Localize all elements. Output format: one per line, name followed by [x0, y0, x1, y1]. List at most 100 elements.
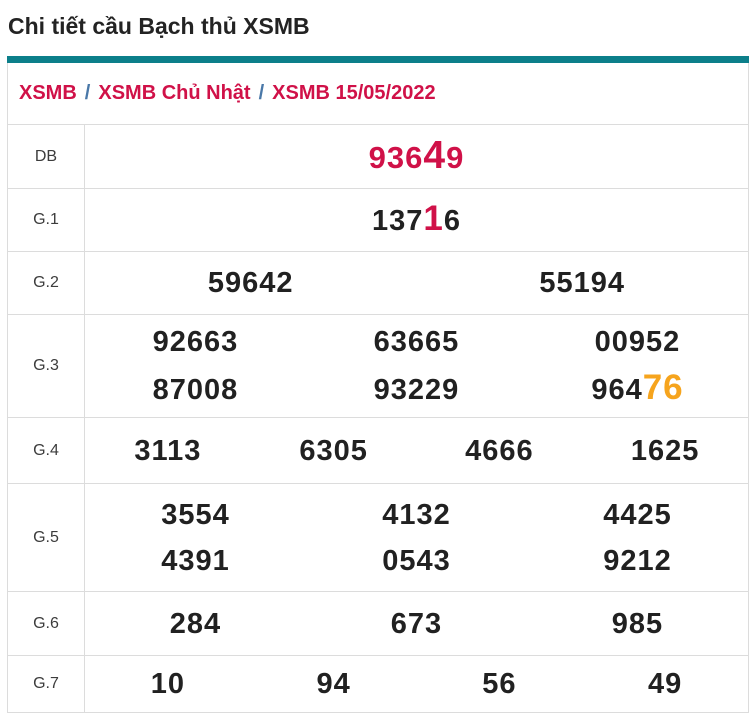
results-table: XSMB / XSMB Chủ Nhật / XSMB 15/05/2022 D…	[7, 63, 749, 713]
prize-number: 6305	[251, 428, 417, 474]
breadcrumb-link-date[interactable]: XSMB 15/05/2022	[272, 82, 435, 105]
digit-segment: 92663	[153, 326, 239, 358]
breadcrumb-link-weekday[interactable]: XSMB Chủ Nhật	[98, 82, 250, 105]
prize-number: 284	[85, 601, 306, 647]
prize-value-line: 87008 93229 96476	[85, 365, 748, 413]
digit-segment: 49	[648, 668, 682, 700]
prize-number: 4425	[527, 492, 748, 538]
digit-segment: 94	[316, 668, 350, 700]
prize-row-values: 59642 55194	[85, 252, 748, 314]
prize-value-line: 3554 4132 4425	[85, 492, 748, 538]
prize-number: 59642	[85, 260, 417, 306]
digit-segment: 936	[369, 140, 424, 175]
prize-rows: DB93649G.113716G.25964255194G.3926636366…	[8, 125, 748, 712]
prize-row-g4: G.4 3113 6305 4666 1625	[8, 418, 748, 484]
prize-row-label: DB	[8, 125, 85, 188]
prize-row-values: 10 94 56 49	[85, 656, 748, 712]
digit-segment: 4666	[465, 435, 534, 467]
digit-segment: 4391	[161, 545, 230, 577]
prize-row-label: G.5	[8, 484, 85, 591]
digit-segment: 3113	[134, 435, 201, 467]
page-title: Chi tiết cầu Bạch thủ XSMB	[8, 11, 755, 42]
highlighted-digit: 76	[643, 368, 684, 407]
breadcrumb-separator: /	[259, 82, 265, 105]
prize-number: 4391	[85, 538, 306, 584]
prize-number: 985	[527, 601, 748, 647]
prize-value-line: 4391 0543 9212	[85, 538, 748, 584]
prize-value-line: 59642 55194	[85, 260, 748, 306]
prize-row-db: DB93649	[8, 125, 748, 189]
prize-value-line: 93649	[85, 131, 748, 183]
prize-number: 63665	[306, 319, 527, 365]
prize-number: 96476	[527, 365, 748, 413]
digit-segment: 4425	[603, 499, 672, 531]
digit-segment: 63665	[374, 326, 460, 358]
digit-segment: 1625	[631, 435, 700, 467]
digit-segment: 0543	[382, 545, 451, 577]
prize-row-g3: G.3 92663 63665 00952 87008 93229 96476	[8, 315, 748, 418]
prize-number: 56	[417, 661, 583, 707]
digit-segment: 00952	[595, 326, 681, 358]
prize-row-values: 13716	[85, 189, 748, 251]
prize-number: 87008	[85, 367, 306, 413]
prize-row-label: G.6	[8, 592, 85, 655]
prize-row-g7: G.7 10 94 56 49	[8, 656, 748, 712]
prize-value-line: 13716	[85, 196, 748, 244]
digit-segment: 4132	[382, 499, 451, 531]
prize-number: 55194	[417, 260, 749, 306]
prize-row-g5: G.5 3554 4132 4425 4391 0543 9212	[8, 484, 748, 592]
prize-row-values: 3113 6305 4666 1625	[85, 418, 748, 483]
prize-row-values: 92663 63665 00952 87008 93229 96476	[85, 315, 748, 417]
prize-number: 93229	[306, 367, 527, 413]
prize-row-label: G.3	[8, 315, 85, 417]
prize-number: 00952	[527, 319, 748, 365]
prize-value-line: 92663 63665 00952	[85, 319, 748, 365]
prize-number: 4132	[306, 492, 527, 538]
prize-number: 3113	[85, 428, 251, 474]
digit-segment: 6305	[299, 435, 368, 467]
breadcrumb: XSMB / XSMB Chủ Nhật / XSMB 15/05/2022	[8, 63, 748, 125]
prize-number: 4666	[417, 428, 583, 474]
breadcrumb-link-xsmb[interactable]: XSMB	[19, 82, 77, 105]
digit-segment: 985	[612, 608, 663, 640]
prize-number: 10	[85, 661, 251, 707]
prize-number: 9212	[527, 538, 748, 584]
digit-segment: 59642	[208, 267, 294, 299]
digit-segment: 9212	[603, 545, 672, 577]
accent-bar	[7, 56, 749, 63]
highlighted-digit: 4	[423, 134, 446, 177]
digit-segment: 87008	[153, 374, 239, 406]
prize-row-values: 3554 4132 4425 4391 0543 9212	[85, 484, 748, 591]
prize-value-line: 10 94 56 49	[85, 661, 748, 707]
prize-number: 94	[251, 661, 417, 707]
digit-segment: 55194	[539, 267, 625, 299]
digit-segment: 56	[482, 668, 516, 700]
highlighted-digit: 1	[423, 199, 443, 238]
digit-segment: 9	[446, 140, 464, 175]
prize-row-label: G.2	[8, 252, 85, 314]
prize-row-values: 93649	[85, 125, 748, 188]
digit-segment: 3554	[161, 499, 230, 531]
prize-row-label: G.4	[8, 418, 85, 483]
digit-segment: 964	[591, 374, 642, 406]
prize-number: 0543	[306, 538, 527, 584]
prize-value-line: 3113 6305 4666 1625	[85, 428, 748, 474]
results-panel: XSMB / XSMB Chủ Nhật / XSMB 15/05/2022 D…	[7, 56, 749, 713]
digit-segment: 284	[170, 608, 221, 640]
digit-segment: 6	[444, 205, 461, 237]
digit-segment: 10	[151, 668, 185, 700]
prize-row-g1: G.113716	[8, 189, 748, 252]
prize-row-values: 284 673 985	[85, 592, 748, 655]
prize-number: 3554	[85, 492, 306, 538]
prize-row-g6: G.6 284 673 985	[8, 592, 748, 656]
prize-value-line: 284 673 985	[85, 601, 748, 647]
prize-number: 49	[582, 661, 748, 707]
prize-row-label: G.1	[8, 189, 85, 251]
prize-number: 92663	[85, 319, 306, 365]
breadcrumb-separator: /	[85, 82, 91, 105]
prize-row-label: G.7	[8, 656, 85, 712]
digit-segment: 673	[391, 608, 442, 640]
prize-number: 1625	[582, 428, 748, 474]
digit-segment: 93229	[374, 374, 460, 406]
digit-segment: 137	[372, 205, 423, 237]
